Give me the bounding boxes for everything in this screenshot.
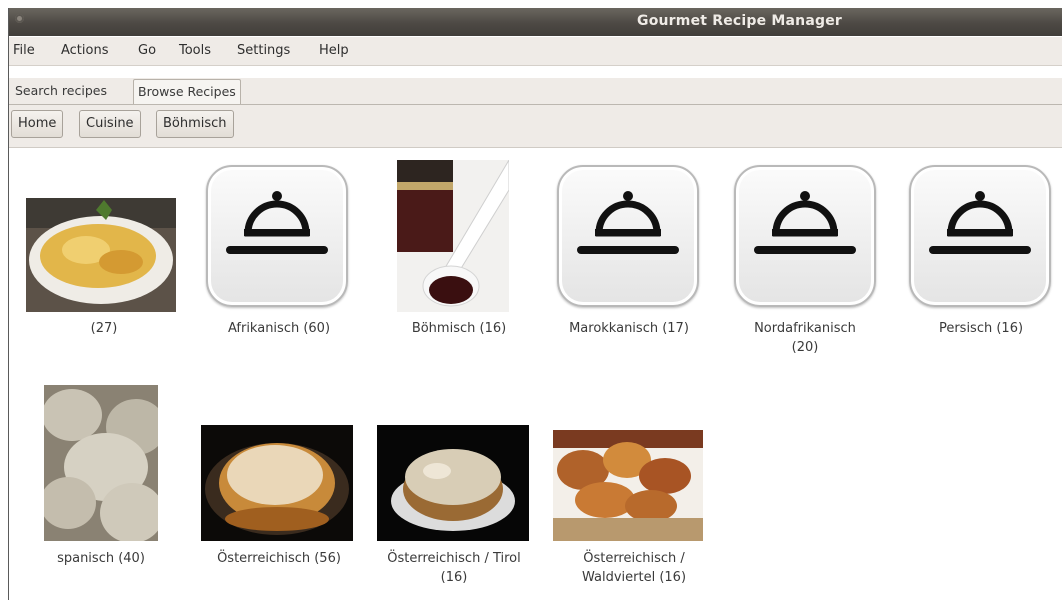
title-bar[interactable]: Gourmet Recipe Manager (9, 8, 1062, 36)
category-item[interactable]: Böhmisch (16) (369, 148, 549, 368)
cake-photo-thumbnail (377, 425, 529, 541)
breadcrumb: Home Cuisine Böhmisch (9, 105, 1062, 148)
tab-bar: Search recipes Browse Recipes (9, 78, 1062, 105)
category-label: Marokkanisch (17) (569, 321, 689, 336)
window-title: Gourmet Recipe Manager (637, 13, 843, 29)
pasta-photo-thumbnail (26, 198, 176, 312)
dome-icon (557, 165, 699, 307)
category-label: Österreichisch / Tirol (16) (387, 551, 521, 585)
category-label: Nordafrikanisch (20) (754, 321, 856, 355)
breadcrumb-bohmisch-button[interactable]: Böhmisch (156, 110, 234, 138)
category-item[interactable]: (27) (9, 148, 189, 368)
menu-settings[interactable]: Settings (237, 43, 290, 58)
potatoes-photo-thumbnail (44, 385, 158, 541)
category-item[interactable]: Österreichisch / Waldviertel (16) (549, 378, 729, 600)
category-item[interactable]: Österreichisch / Tirol (16) (369, 378, 549, 600)
category-item[interactable]: Österreichisch (56) (189, 378, 369, 600)
browse-icon-grid: (27) Afrikanisch (60) Böhmisch (16) Maro… (9, 148, 1062, 600)
category-label: spanisch (40) (57, 551, 145, 566)
category-label: Österreichisch (56) (217, 551, 341, 566)
category-item[interactable]: Nordafrikanisch (20) (724, 148, 904, 368)
category-item[interactable]: Persisch (16) (899, 148, 1062, 368)
menu-actions[interactable]: Actions (61, 43, 109, 58)
category-item[interactable]: spanisch (40) (9, 378, 189, 600)
menu-go[interactable]: Go (138, 43, 156, 58)
category-label: (27) (90, 321, 118, 336)
window-menu-icon[interactable] (15, 14, 24, 23)
category-label: Afrikanisch (60) (227, 321, 331, 336)
category-item[interactable]: Marokkanisch (17) (549, 148, 729, 368)
menu-bar: File Actions Go Tools Settings Help (9, 37, 1062, 66)
main-window: Gourmet Recipe Manager File Actions Go T… (8, 8, 1062, 600)
pastries-photo-thumbnail (553, 430, 703, 541)
category-label: Böhmisch (16) (411, 321, 507, 336)
category-label: Österreichisch / Waldviertel (16) (581, 551, 687, 585)
dome-icon (909, 165, 1051, 307)
breadcrumb-home-button[interactable]: Home (11, 110, 64, 138)
menu-tools[interactable]: Tools (179, 43, 211, 58)
category-label: Persisch (16) (938, 321, 1024, 336)
souffle-photo-thumbnail (201, 425, 353, 541)
dome-icon (206, 165, 348, 307)
category-item[interactable]: Afrikanisch (60) (189, 148, 369, 368)
tab-search-recipes[interactable]: Search recipes (11, 79, 111, 104)
menu-help[interactable]: Help (319, 43, 349, 58)
breadcrumb-cuisine-button[interactable]: Cuisine (79, 110, 141, 138)
menu-file[interactable]: File (13, 43, 35, 58)
tab-browse-recipes[interactable]: Browse Recipes (133, 79, 241, 104)
jam-photo-thumbnail (397, 160, 509, 312)
dome-icon (734, 165, 876, 307)
